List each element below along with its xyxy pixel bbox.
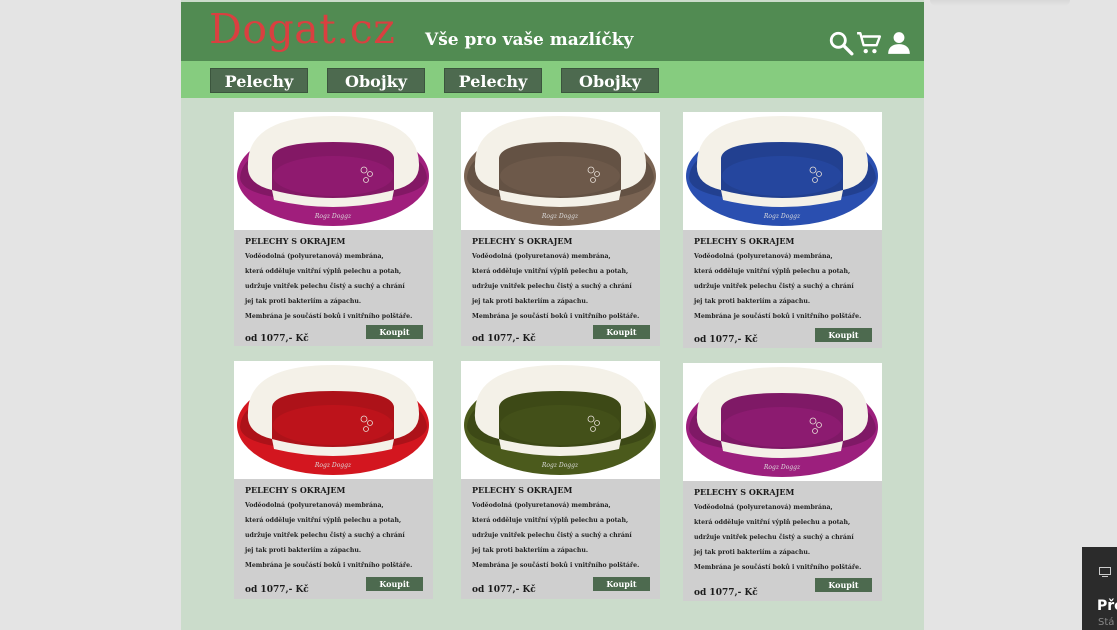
product-description: Voděodolná (polyuretanová) membrána, kte… — [472, 251, 657, 326]
product-description-line: která odděluje vnitřní výplň pelechu a p… — [694, 268, 851, 275]
product-description-line: která odděluje vnitřní výplň pelechu a p… — [245, 517, 402, 524]
search-icon[interactable] — [828, 30, 854, 56]
main-navigation: Pelechy Obojky Pelechy Obojky — [181, 61, 924, 98]
web-page: Dogat.cz Vše pro vaše mazlíčky Pelechy O… — [181, 0, 924, 630]
product-description-line: která odděluje vnitřní výplň pelechu a p… — [472, 517, 629, 524]
product-card[interactable]: Rogz Doggz PELECHY S OKRAJEM Voděodolná (p… — [461, 361, 660, 599]
product-description: Voděodolná (polyuretanová) membrána, kte… — [245, 251, 430, 326]
product-description-line: která odděluje vnitřní výplň pelechu a p… — [694, 519, 851, 526]
product-description: Voděodolná (polyuretanová) membrána, kte… — [245, 500, 430, 575]
product-image[interactable]: Rogz Doggz — [683, 363, 882, 481]
svg-text:Rogz Doggz: Rogz Doggz — [763, 213, 801, 220]
product-description-line: jej tak proti bakteriím a zápachu. — [694, 298, 810, 305]
product-description-line: která odděluje vnitřní výplň pelechu a p… — [245, 268, 402, 275]
svg-text:Rogz Doggz: Rogz Doggz — [314, 213, 352, 220]
product-price: od 1077,- Kč — [245, 334, 309, 344]
product-description: Voděodolná (polyuretanová) membrána, kte… — [694, 251, 879, 326]
product-description-line: Membrána je součástí boků i vnitřního po… — [472, 562, 640, 569]
product-description: Voděodolná (polyuretanová) membrána, kte… — [472, 500, 657, 575]
product-description-line: Membrána je součástí boků i vnitřního po… — [245, 562, 413, 569]
buy-button[interactable]: Koupit — [593, 577, 650, 591]
product-price: od 1077,- Kč — [245, 585, 309, 595]
svg-text:Rogz Doggz: Rogz Doggz — [541, 462, 579, 469]
product-image[interactable]: Rogz Doggz — [461, 112, 660, 230]
svg-text:Rogz Doggz: Rogz Doggz — [541, 213, 579, 220]
user-icon[interactable] — [886, 30, 912, 56]
buy-button[interactable]: Koupit — [593, 325, 650, 339]
product-price: od 1077,- Kč — [694, 588, 758, 598]
side-panel-subtitle: Stá — [1098, 617, 1115, 628]
product-image[interactable]: Rogz Doggz — [683, 112, 882, 230]
product-card[interactable]: Rogz Doggz PELECHY S OKRAJEM Voděodolná (p… — [234, 361, 433, 599]
product-title: PELECHY S OKRAJEM — [245, 236, 346, 246]
product-title: PELECHY S OKRAJEM — [694, 487, 795, 497]
site-tagline: Vše pro vaše mazlíčky — [425, 30, 634, 50]
product-description-line: udržuje vnitřek pelechu čistý a suchý a … — [245, 283, 405, 290]
screen-icon — [1099, 567, 1111, 577]
site-logo[interactable]: Dogat.cz — [209, 9, 395, 50]
product-description-line: Voděodolná (polyuretanová) membrána, — [694, 253, 833, 260]
nav-item-pelechy[interactable]: Pelechy — [210, 68, 308, 93]
product-description-line: jej tak proti bakteriím a zápachu. — [245, 547, 361, 554]
product-image[interactable]: Rogz Doggz — [234, 112, 433, 230]
product-description-line: Voděodolná (polyuretanová) membrána, — [472, 502, 611, 509]
background-shadow — [930, 0, 1070, 6]
product-description-line: udržuje vnitřek pelechu čistý a suchý a … — [472, 283, 632, 290]
product-description-line: Membrána je součástí boků i vnitřního po… — [472, 313, 640, 320]
nav-item-obojky-2[interactable]: Obojky — [561, 68, 659, 93]
product-description-line: udržuje vnitřek pelechu čistý a suchý a … — [472, 532, 632, 539]
product-card[interactable]: Rogz Doggz PELECHY S OKRAJEM Voděodolná (p… — [683, 363, 882, 601]
svg-text:Rogz Doggz: Rogz Doggz — [314, 462, 352, 469]
product-card[interactable]: Rogz Doggz PELECHY S OKRAJEM Voděodolná (p… — [461, 112, 660, 346]
product-price: od 1077,- Kč — [472, 585, 536, 595]
product-description-line: Membrána je součástí boků i vnitřního po… — [245, 313, 413, 320]
product-description: Voděodolná (polyuretanová) membrána, kte… — [694, 502, 879, 577]
product-description-line: Voděodolná (polyuretanová) membrána, — [245, 502, 384, 509]
product-title: PELECHY S OKRAJEM — [694, 236, 795, 246]
product-title: PELECHY S OKRAJEM — [472, 485, 573, 495]
product-description-line: Voděodolná (polyuretanová) membrána, — [694, 504, 833, 511]
nav-item-obojky[interactable]: Obojky — [327, 68, 425, 93]
product-description-line: jej tak proti bakteriím a zápachu. — [472, 547, 588, 554]
product-price: od 1077,- Kč — [472, 334, 536, 344]
product-description-line: udržuje vnitřek pelechu čistý a suchý a … — [694, 534, 854, 541]
product-price: od 1077,- Kč — [694, 335, 758, 345]
product-description-line: jej tak proti bakteriím a zápachu. — [245, 298, 361, 305]
product-title: PELECHY S OKRAJEM — [472, 236, 573, 246]
buy-button[interactable]: Koupit — [366, 577, 423, 591]
product-title: PELECHY S OKRAJEM — [245, 485, 346, 495]
product-image[interactable]: Rogz Doggz — [461, 361, 660, 479]
product-image[interactable]: Rogz Doggz — [234, 361, 433, 479]
buy-button[interactable]: Koupit — [815, 578, 872, 592]
product-description-line: Membrána je součástí boků i vnitřního po… — [694, 313, 862, 320]
nav-item-pelechy-2[interactable]: Pelechy — [444, 68, 542, 93]
product-description-line: Voděodolná (polyuretanová) membrána, — [472, 253, 611, 260]
side-panel-title: Pře — [1097, 598, 1117, 614]
product-description-line: Membrána je součástí boků i vnitřního po… — [694, 564, 862, 571]
buy-button[interactable]: Koupit — [366, 325, 423, 339]
product-description-line: jej tak proti bakteriím a zápachu. — [472, 298, 588, 305]
cart-icon[interactable] — [856, 30, 882, 56]
product-description-line: která odděluje vnitřní výplň pelechu a p… — [472, 268, 629, 275]
product-description-line: Voděodolná (polyuretanová) membrána, — [245, 253, 384, 260]
product-card[interactable]: Rogz Doggz PELECHY S OKRAJEM Voděodolná (p… — [234, 112, 433, 346]
site-header: Dogat.cz Vše pro vaše mazlíčky — [181, 2, 924, 61]
svg-text:Rogz Doggz: Rogz Doggz — [763, 464, 801, 471]
product-description-line: udržuje vnitřek pelechu čistý a suchý a … — [694, 283, 854, 290]
product-description-line: udržuje vnitřek pelechu čistý a suchý a … — [245, 532, 405, 539]
product-description-line: jej tak proti bakteriím a zápachu. — [694, 549, 810, 556]
buy-button[interactable]: Koupit — [815, 328, 872, 342]
product-card[interactable]: Rogz Doggz PELECHY S OKRAJEM Voděodolná (p… — [683, 112, 882, 348]
